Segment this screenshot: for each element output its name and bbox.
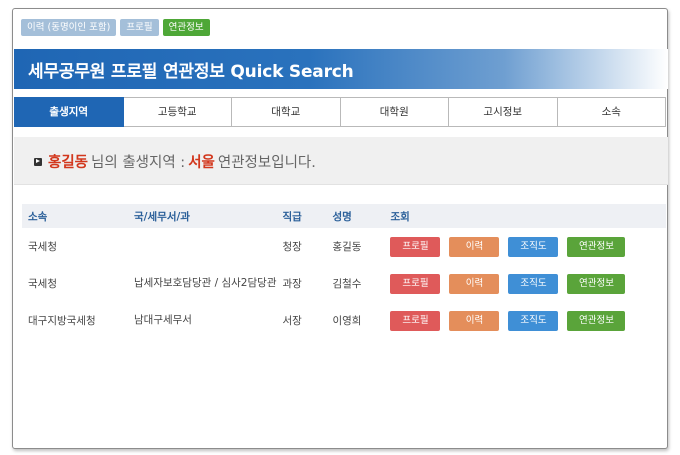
profile-button[interactable]: 프로필 [390,236,441,257]
related-info-button[interactable]: 연관정보 [567,273,626,294]
history-button[interactable]: 이력 [449,236,500,257]
top-tag-bar: 이력 (동명이인 포함) 프로필 연관정보 [21,19,210,36]
header-rank: 직급 [276,204,327,228]
cell-department: 남대구세무서 [134,314,192,326]
header-lookup: 조회 [384,204,666,228]
tab-high-school[interactable]: 고등학교 [123,97,232,127]
cell-rank: 서장 [282,315,302,327]
tab-affiliation[interactable]: 소속 [557,97,666,127]
category-tabs: 출생지역 고등학교 대학교 대학원 고시정보 소속 [14,97,666,127]
cell-lookup-buttons: 프로필 이력 조직도 연관정보 [384,302,666,339]
cell-rank: 과장 [282,278,302,290]
summary-text: 님의 출생지역 : [91,155,186,171]
cell-name: 이영희 [332,315,362,327]
tab-graduate-school[interactable]: 대학원 [340,97,449,127]
region-name: 서울 [188,155,215,171]
profile-tag[interactable]: 프로필 [120,19,159,36]
summary-line: 홍길동 님의 출생지역 : 서울 연관정보입니다. [34,151,319,172]
summary-suffix: 연관정보입니다. [217,155,316,171]
related-info-button[interactable]: 연관정보 [567,236,626,257]
history-button[interactable]: 이력 [449,273,500,294]
cell-affiliation: 국세청 [28,278,57,290]
table-row: 국세청 청장 홍길동 프로필 이력 조직도 연관정보 [22,228,666,265]
quick-search-panel: 이력 (동명이인 포함) 프로필 연관정보 세무공무원 프로필 연관정보 Qui… [12,8,668,449]
tab-birthplace[interactable]: 출생지역 [14,97,124,127]
cell-affiliation: 대구지방국세청 [28,315,96,327]
cell-department: 납세자보호담당관 / 심사2담당관 [134,277,277,289]
cell-department [128,228,276,265]
tab-exam-info[interactable]: 고시정보 [449,97,558,127]
header-department: 국/세무서/과 [128,204,277,228]
related-info-tag[interactable]: 연관정보 [162,19,210,36]
result-summary: 홍길동 님의 출생지역 : 서울 연관정보입니다. [14,137,668,185]
org-chart-button[interactable]: 조직도 [508,310,559,331]
page-title: 세무공무원 프로필 연관정보 Quick Search [28,62,354,82]
related-info-button[interactable]: 연관정보 [567,310,626,331]
cell-rank: 청장 [282,241,302,253]
table-row: 대구지방국세청 남대구세무서 서장 이영희 프로필 이력 조직도 연관정보 [22,302,666,339]
org-chart-button[interactable]: 조직도 [508,236,559,257]
header-affiliation: 소속 [22,204,128,228]
cell-affiliation: 국세청 [28,241,57,253]
person-name: 홍길동 [48,155,89,171]
table-row: 국세청 납세자보호담당관 / 심사2담당관 과장 김철수 프로필 이력 조직도 … [22,265,666,302]
title-banner: 세무공무원 프로필 연관정보 Quick Search [14,49,668,89]
tab-university[interactable]: 대학교 [232,97,341,127]
history-button[interactable]: 이력 [449,310,500,331]
cell-name: 김철수 [332,278,362,290]
results-table: 소속 국/세무서/과 직급 성명 조회 국세청 청장 홍길동 프로필 이력 조직… [22,204,666,339]
bullet-arrow-icon [34,157,42,166]
header-name: 성명 [326,204,385,228]
profile-button[interactable]: 프로필 [390,273,441,294]
table-header-row: 소속 국/세무서/과 직급 성명 조회 [22,204,666,228]
cell-name: 홍길동 [332,241,362,253]
cell-lookup-buttons: 프로필 이력 조직도 연관정보 [384,228,666,265]
org-chart-button[interactable]: 조직도 [508,273,559,294]
history-tag[interactable]: 이력 (동명이인 포함) [21,19,117,36]
profile-button[interactable]: 프로필 [390,310,441,331]
cell-lookup-buttons: 프로필 이력 조직도 연관정보 [384,265,666,302]
